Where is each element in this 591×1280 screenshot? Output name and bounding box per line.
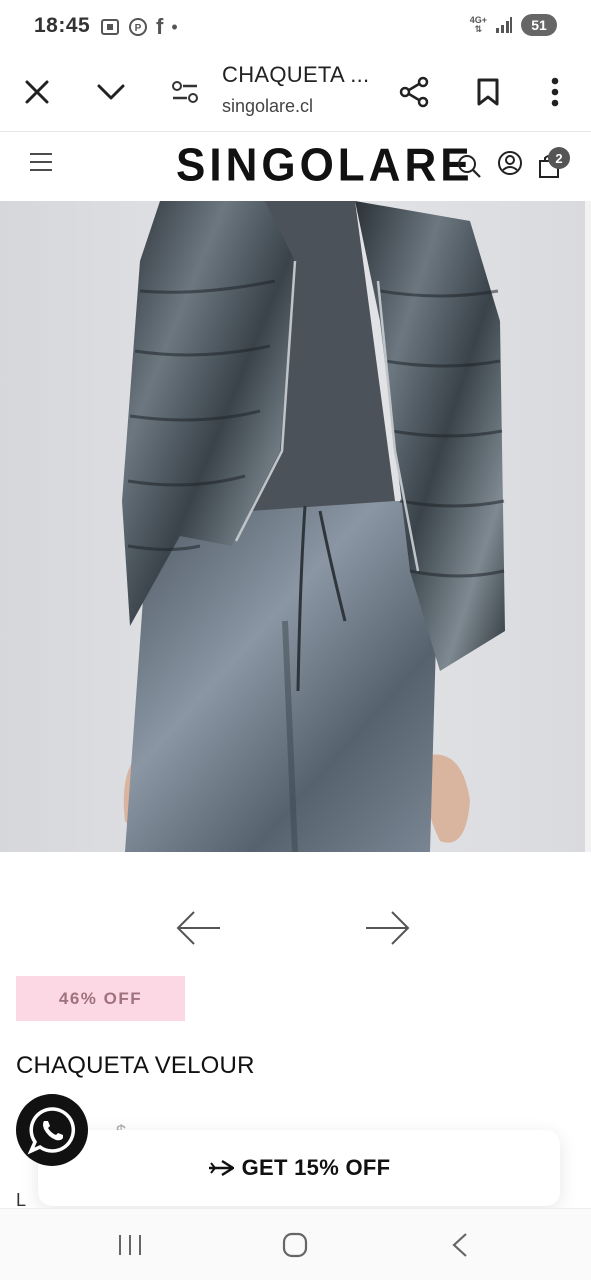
more-options-button[interactable]	[531, 68, 579, 116]
hamburger-icon	[30, 153, 52, 171]
back-icon	[452, 1233, 467, 1257]
search-icon	[458, 155, 481, 178]
site-header: SINGOLARE 2	[0, 133, 591, 201]
menu-button[interactable]	[28, 151, 54, 178]
user-icon	[498, 151, 522, 175]
cart-count-badge: 2	[548, 147, 570, 169]
more-vertical-icon	[551, 77, 559, 107]
arrow-left-icon	[176, 911, 220, 945]
close-button[interactable]	[13, 68, 61, 116]
search-button[interactable]	[456, 153, 482, 184]
recents-icon	[119, 1235, 141, 1255]
custom-tab-toolbar: CHAQUETA ... singolare.cl	[0, 52, 591, 132]
bookmark-icon	[477, 78, 499, 106]
home-icon	[282, 1232, 308, 1258]
next-image-button[interactable]	[362, 906, 412, 950]
status-notification-icons: P f •	[100, 14, 178, 40]
facebook-icon: f	[156, 14, 164, 39]
previous-image-button[interactable]	[174, 906, 224, 950]
dot-icon: •	[171, 16, 178, 37]
minimize-button[interactable]	[87, 68, 135, 116]
chevron-down-icon	[97, 84, 125, 100]
svg-text:P: P	[135, 23, 142, 34]
account-button[interactable]	[497, 150, 523, 181]
page-title[interactable]: CHAQUETA ...	[222, 62, 369, 88]
share-button[interactable]	[390, 68, 438, 116]
battery-icon: 51	[521, 14, 557, 36]
screenshot-icon	[101, 19, 119, 35]
whatsapp-icon	[27, 1107, 76, 1155]
discount-badge: 46% OFF	[16, 976, 185, 1021]
network-indicator: 4G+ ⇅	[469, 15, 487, 34]
bookmark-button[interactable]	[464, 68, 512, 116]
promo-banner-button[interactable]: GET 15% OFF	[38, 1130, 560, 1206]
status-bar: 18:45 P f • 4G+ ⇅ 51	[0, 0, 591, 52]
status-time: 18:45	[34, 14, 91, 37]
product-title: CHAQUETA VELOUR	[16, 1052, 255, 1079]
plane-icon	[208, 1159, 234, 1177]
share-icon	[399, 76, 429, 108]
page-url[interactable]: singolare.cl	[222, 96, 313, 117]
tune-icon	[172, 81, 198, 103]
signal-icon	[496, 17, 512, 33]
recent-apps-button[interactable]	[100, 1223, 160, 1267]
arrow-right-icon	[366, 911, 410, 945]
back-button[interactable]	[430, 1223, 490, 1267]
product-image[interactable]	[0, 201, 591, 852]
whatsapp-chat-button[interactable]	[16, 1094, 88, 1166]
home-button[interactable]	[265, 1223, 325, 1267]
close-icon	[25, 80, 49, 104]
site-logo[interactable]: SINGOLARE	[176, 140, 474, 193]
site-settings-button[interactable]	[161, 68, 209, 116]
system-nav-bar	[0, 1208, 591, 1280]
product-photo	[0, 201, 591, 852]
promo-label: GET 15% OFF	[241, 1155, 391, 1180]
status-right: 4G+ ⇅ 51	[470, 14, 557, 36]
pinterest-icon: P	[129, 18, 147, 36]
